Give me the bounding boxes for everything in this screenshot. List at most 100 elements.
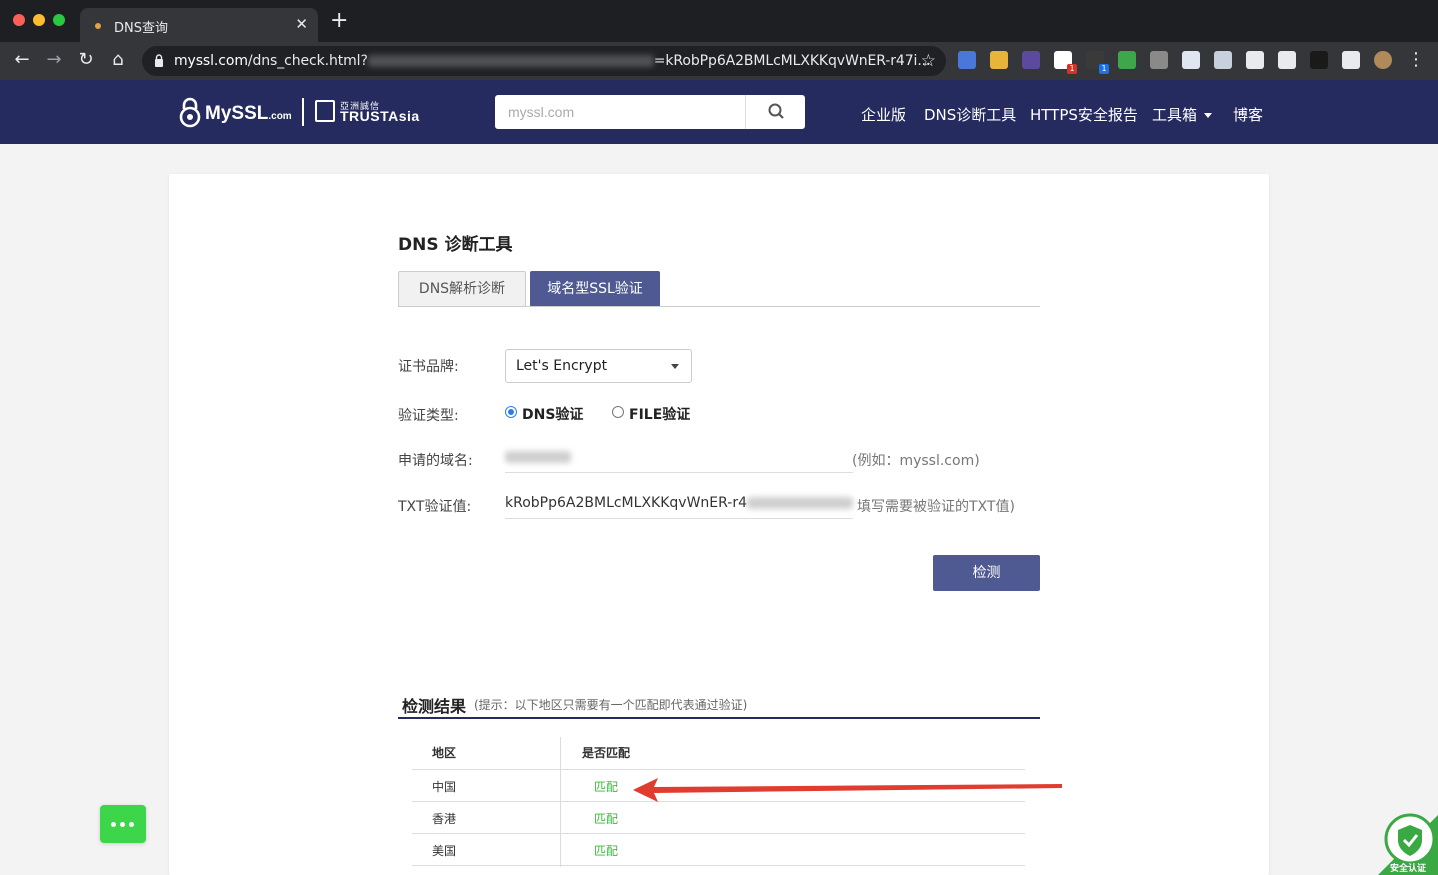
radio-dns[interactable] [505, 406, 517, 418]
evernote-extension-icon[interactable] [1118, 51, 1136, 69]
table-row-divider [412, 833, 1025, 834]
table-row-region: 香港 [432, 812, 457, 826]
close-window-button[interactable] [13, 14, 25, 26]
logo-divider [302, 98, 304, 126]
radio-file[interactable] [612, 406, 624, 418]
tab-title: DNS查询 [114, 21, 168, 36]
txt-value-text: kRobPp6A2BMLcMLXKKqvWnER-r4 [505, 495, 747, 511]
address-bar[interactable]: myssl.com/dns_check.html? =kRobPp6A2BMLcM… [142, 46, 946, 76]
col-header-region: 地区 [432, 746, 457, 760]
puzzle-extension-icon[interactable] [1342, 51, 1360, 69]
txt-hint: 填写需要被验证的TXT值) [857, 499, 1015, 515]
new-tab-button[interactable]: + [330, 10, 348, 32]
extension-badge: 1 [1067, 64, 1077, 74]
site-header: MySSL.com 亞洲誠信 TRUSTAsia 企业版 DNS诊断工具 HTT… [0, 80, 1438, 144]
nav-enterprise[interactable]: 企业版 [861, 104, 906, 125]
search-button[interactable] [745, 95, 805, 129]
chrome-extension-icon[interactable] [990, 51, 1008, 69]
url-redacted [367, 55, 654, 67]
annotation-arrow-icon [633, 778, 1062, 802]
box-extension-icon[interactable]: 1 [1086, 51, 1109, 74]
myssl-lock-logo-icon[interactable] [177, 96, 203, 128]
url-host: myssl.com [174, 53, 248, 69]
brand-select-value: Let's Encrypt [516, 358, 608, 374]
table-row-match: 匹配 [594, 812, 619, 826]
ia-extension-icon[interactable] [1022, 51, 1040, 69]
chat-dot-icon [111, 822, 116, 827]
chevron-down-icon [671, 364, 679, 369]
nav-blog[interactable]: 博客 [1233, 104, 1263, 125]
translate-extension-icon[interactable] [958, 51, 976, 69]
domain-field[interactable] [505, 441, 853, 473]
check-button[interactable]: 检测 [933, 555, 1040, 591]
results-hint: (提示：以下地区只需要有一个匹配即代表通过验证) [474, 698, 748, 712]
minimize-window-button[interactable] [33, 14, 45, 26]
trustasia-logo-en: TRUSTAsia [340, 108, 420, 124]
results-divider [398, 717, 1040, 719]
txt-value-redacted [747, 497, 853, 509]
chat-dot-icon [129, 822, 134, 827]
txt-value: kRobPp6A2BMLcMLXKKqvWnER-r4 [505, 495, 853, 511]
search-icon [768, 103, 784, 119]
table-column-divider [560, 737, 561, 867]
brand-select[interactable]: Let's Encrypt [505, 349, 692, 383]
tab-divider [398, 306, 1040, 307]
logo-suffix: .com [268, 111, 292, 122]
search-input[interactable] [495, 95, 745, 129]
url-path: /dns_check.html? [247, 53, 368, 69]
domain-value-redacted [505, 449, 571, 465]
type-label: 验证类型: [398, 408, 459, 424]
maximize-window-button[interactable] [53, 14, 65, 26]
notes-extension-icon[interactable]: 1 [1054, 51, 1077, 74]
table-row-match: 匹配 [594, 780, 619, 794]
radio-file-label[interactable]: FILE验证 [629, 404, 690, 424]
table-row-divider [412, 769, 1025, 770]
back-button[interactable]: ← [12, 50, 32, 70]
tab-close-icon[interactable]: ✕ [295, 15, 308, 33]
circle-extension-icon[interactable] [1214, 51, 1232, 69]
myssl-logo-text[interactable]: MySSL.com [205, 103, 292, 125]
nav-dns-tool[interactable]: DNS诊断工具 [924, 104, 1016, 125]
chat-dot-icon [120, 822, 125, 827]
page-title: DNS 诊断工具 [398, 235, 513, 255]
bookmark-star-icon[interactable]: ☆ [921, 51, 936, 71]
table-row-region: 美国 [432, 844, 457, 858]
url-text: myssl.com/dns_check.html? =kRobPp6A2BMLcM… [174, 53, 930, 69]
trustasia-logo-icon [315, 100, 335, 122]
security-badge-text: 安全认证 [1390, 864, 1427, 874]
main-card: DNS 诊断工具 DNS解析诊断 域名型SSL验证 证书品牌: Let's En… [169, 174, 1269, 875]
diamond-extension-icon[interactable] [1182, 51, 1200, 69]
tab-ssl-verify[interactable]: 域名型SSL验证 [530, 271, 660, 307]
logo-main: MySSL [205, 103, 269, 124]
nav-toolbox[interactable]: 工具箱 [1152, 104, 1213, 125]
home-button[interactable]: ⌂ [108, 50, 128, 70]
site-search [495, 95, 805, 129]
cloud-extension-icon[interactable] [1246, 51, 1264, 69]
browser-tab-bar: DNS查询 ✕ + [0, 0, 1438, 42]
table-row-match: 匹配 [594, 844, 619, 858]
tab-favicon-icon [95, 23, 101, 29]
h-extension-icon[interactable] [1310, 51, 1328, 69]
lock-icon [155, 54, 163, 67]
nav-toolbox-label: 工具箱 [1152, 106, 1198, 124]
url-rest: =kRobPp6A2BMLcMLXKKqvWnER-r47i... [653, 53, 931, 69]
profile-avatar-icon[interactable] [1374, 51, 1392, 69]
nav-https-report[interactable]: HTTPS安全报告 [1030, 104, 1138, 125]
chat-button[interactable] [100, 805, 146, 843]
browser-menu-icon[interactable]: ⋮ [1406, 50, 1426, 70]
browser-toolbar: ← → ↻ ⌂ myssl.com/dns_check.html? =kRobPp… [0, 42, 1438, 80]
txt-label: TXT验证值: [398, 499, 472, 515]
reload-button[interactable]: ↻ [76, 50, 96, 70]
forward-button[interactable]: → [44, 50, 64, 70]
radio-dns-label[interactable]: DNS验证 [522, 404, 583, 424]
info-extension-icon[interactable] [1150, 51, 1168, 69]
tab-dns-resolve[interactable]: DNS解析诊断 [398, 271, 526, 307]
txt-field[interactable]: kRobPp6A2BMLcMLXKKqvWnER-r4 [505, 487, 853, 519]
browser-tab[interactable]: DNS查询 ✕ [80, 8, 318, 42]
table-row-region: 中国 [432, 780, 457, 794]
col-header-match: 是否匹配 [582, 746, 631, 760]
pen-extension-icon[interactable] [1278, 51, 1296, 69]
brand-label: 证书品牌: [398, 359, 459, 375]
domain-hint: (例如：myssl.com) [852, 453, 980, 469]
table-row-divider [412, 865, 1025, 866]
